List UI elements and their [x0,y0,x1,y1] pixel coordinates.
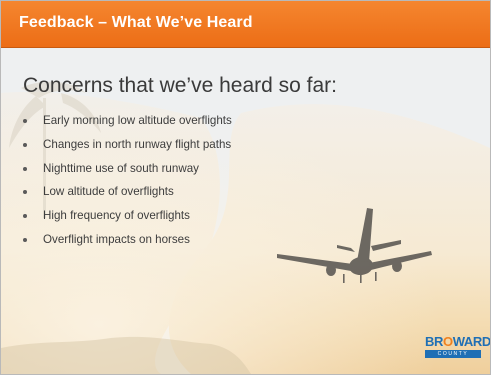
list-item-label: Overflight impacts on horses [43,232,190,246]
header-bar: Feedback – What We’ve Heard [1,1,490,48]
list-item-label: Changes in north runway flight paths [43,137,232,151]
logo-subtitle: COUNTY [425,350,481,358]
list-item: High frequency of overflights [23,209,232,233]
concerns-list: Early morning low altitude overflights C… [23,114,232,257]
broward-county-logo: BROWARD COUNTY [425,335,490,361]
bullet-icon [23,142,27,147]
list-item: Early morning low altitude overflights [23,114,232,138]
bullet-icon [23,119,27,123]
slide: Feedback – What We’ve Heard Concerns tha… [0,0,491,375]
bullet-icon [23,166,27,171]
logo-text-part: O [442,334,453,349]
bullet-icon [23,214,27,219]
list-item: Changes in north runway flight paths [23,138,232,162]
bullet-icon [23,190,27,195]
page-title: Feedback – What We’ve Heard [19,14,253,31]
list-item-label: Nighttime use of south runway [43,161,199,175]
list-item-label: Early morning low altitude overflights [43,114,232,127]
list-item: Overflight impacts on horses [23,233,232,257]
list-item: Nighttime use of south runway [23,162,232,186]
logo-wordmark: BROWARD [425,334,491,349]
list-item: Low altitude of overflights [23,185,232,209]
logo-text-part: WARD [452,334,491,349]
bullet-icon [23,237,27,242]
list-item-label: High frequency of overflights [43,209,190,223]
logo-text-part: BR [425,334,443,349]
slide-heading: Concerns that we’ve heard so far: [23,74,337,97]
list-item-label: Low altitude of overflights [43,185,174,199]
